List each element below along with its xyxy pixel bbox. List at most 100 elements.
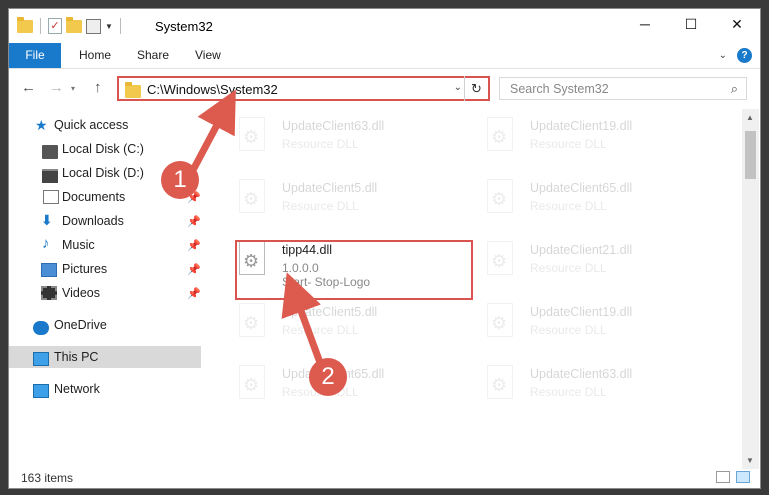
window-controls: ─ ☐ ✕ (622, 9, 760, 39)
file-name: UpdateClient19.dll (530, 305, 633, 319)
dll-file-icon: ⚙ (485, 303, 517, 341)
minimize-button[interactable]: ─ (622, 9, 668, 39)
tab-share[interactable]: Share (127, 43, 179, 68)
pin-icon[interactable]: 📌 (187, 239, 201, 252)
sidebar-item-quick-access[interactable]: ★ Quick access (9, 114, 201, 136)
forward-arrow-icon[interactable]: → (49, 79, 64, 96)
scroll-up-icon[interactable]: ▲ (746, 113, 754, 122)
sidebar-item-videos[interactable]: Videos 📌 (9, 282, 201, 304)
explorer-window: ✓ ▼ System32 ─ ☐ ✕ File Home Share View … (8, 8, 761, 489)
folder-icon (17, 16, 33, 33)
drive-icon (42, 169, 58, 183)
file-description: Resource DLL (282, 199, 359, 213)
window-title: System32 (155, 19, 213, 34)
file-name: UpdateClient5.dll (282, 181, 378, 195)
sidebar-item-downloads[interactable]: ⬇ Downloads 📌 (9, 210, 201, 232)
pin-icon[interactable]: 📌 (187, 215, 201, 228)
sidebar-item-label: Pictures (62, 262, 108, 276)
tab-view[interactable]: View (185, 43, 231, 68)
file-name: UpdateClient5.dll (282, 305, 378, 319)
address-bar[interactable]: C:\Windows\System32 ⌄ ↻ (117, 76, 490, 101)
callout-1: 1 (161, 161, 199, 199)
file-item[interactable]: ⚙ UpdateClient63.dll Resource DLL (227, 111, 467, 167)
file-description: Resource DLL (282, 137, 359, 151)
file-item[interactable]: ⚙ UpdateClient19.dll Resource DLL (475, 111, 715, 167)
network-icon (33, 384, 49, 398)
pin-icon[interactable]: 📌 (187, 287, 201, 300)
dll-file-icon: ⚙ (237, 179, 269, 217)
address-history-chevron-icon[interactable]: ⌄ (454, 82, 462, 93)
tab-file[interactable]: File (9, 43, 61, 68)
navigation-bar: ← → ▾ ↑ C:\Windows\System32 ⌄ ↻ Search S… (9, 71, 760, 105)
scrollbar-thumb[interactable] (745, 131, 756, 179)
file-description: Resource DLL (530, 385, 607, 399)
sidebar-item-this-pc[interactable]: This PC (9, 346, 201, 368)
music-icon: ♪ (42, 235, 50, 252)
sidebar-item-onedrive[interactable]: OneDrive (9, 314, 201, 336)
sidebar-item-label: Downloads (62, 214, 124, 228)
file-item[interactable]: ⚙ UpdateClient21.dll Resource DLL (475, 235, 715, 291)
folder-icon (125, 82, 141, 98)
dll-file-icon: ⚙ (485, 179, 517, 217)
sidebar-item-label: Documents (62, 190, 126, 204)
sidebar-item-network[interactable]: Network (9, 378, 201, 400)
videos-icon (41, 286, 57, 300)
dll-file-icon: ⚙ (237, 303, 269, 341)
up-arrow-icon[interactable]: ↑ (94, 79, 102, 96)
search-box[interactable]: Search System32 ⌕ (499, 77, 747, 100)
sidebar-item-label: Local Disk (C:) (62, 142, 144, 156)
back-arrow-icon[interactable]: ← (21, 79, 36, 96)
sidebar-item-label: This PC (54, 350, 99, 364)
tiles-view-icon[interactable] (736, 471, 750, 483)
maximize-button[interactable]: ☐ (668, 9, 714, 39)
pin-icon[interactable]: 📌 (187, 263, 201, 276)
search-icon[interactable]: ⌕ (731, 81, 738, 97)
file-list: ⚙ UpdateClient63.dll Resource DLL ⚙ Upda… (219, 109, 739, 467)
search-placeholder[interactable]: Search System32 (510, 82, 609, 96)
refresh-icon[interactable]: ↻ (464, 76, 488, 101)
file-item[interactable]: ⚙ UpdateClient65.dll Resource DLL (227, 359, 467, 415)
sidebar-item-label: OneDrive (54, 318, 107, 332)
callout-2: 2 (309, 358, 347, 396)
vertical-scrollbar[interactable]: ▲ ▼ (742, 109, 759, 469)
recent-locations-chevron-icon[interactable]: ▾ (71, 84, 75, 93)
this-pc-icon (33, 352, 49, 366)
properties-check-icon[interactable]: ✓ (48, 18, 62, 34)
file-name: UpdateClient19.dll (530, 119, 633, 133)
file-description: Resource DLL (282, 323, 359, 337)
pictures-icon (41, 263, 57, 277)
close-button[interactable]: ✕ (714, 9, 760, 39)
file-name: UpdateClient65.dll (530, 181, 633, 195)
sidebar-item-label: Music (62, 238, 95, 252)
quick-access-toolbar: ✓ ▼ (17, 16, 124, 34)
downloads-icon: ⬇ (41, 212, 53, 228)
address-path[interactable]: C:\Windows\System32 (147, 82, 278, 97)
customize-toolbar-chevron-icon[interactable]: ▼ (105, 22, 113, 31)
file-name: UpdateClient63.dll (530, 367, 633, 381)
dll-file-icon: ⚙ (485, 365, 517, 403)
toolbar-separator (119, 18, 121, 34)
file-item[interactable]: ⚙ UpdateClient63.dll Resource DLL (475, 359, 715, 415)
sidebar-item-pictures[interactable]: Pictures 📌 (9, 258, 201, 280)
documents-icon (43, 190, 59, 204)
file-item[interactable]: ⚙ UpdateClient5.dll Resource DLL (227, 173, 467, 229)
file-item[interactable]: ⚙ UpdateClient65.dll Resource DLL (475, 173, 715, 229)
dll-file-icon: ⚙ (485, 241, 517, 279)
sidebar-item-label: Local Disk (D:) (62, 166, 144, 180)
highlight-box-tipp44 (235, 240, 473, 300)
properties-icon[interactable] (86, 18, 101, 34)
details-view-icon[interactable] (716, 471, 730, 483)
scroll-down-icon[interactable]: ▼ (746, 456, 754, 465)
dll-file-icon: ⚙ (485, 117, 517, 155)
dll-file-icon: ⚙ (237, 117, 269, 155)
tab-home[interactable]: Home (69, 43, 121, 68)
help-button[interactable]: ? (737, 48, 752, 63)
sidebar-item-music[interactable]: ♪ Music 📌 (9, 234, 201, 256)
file-item[interactable]: ⚙ UpdateClient19.dll Resource DLL (475, 297, 715, 353)
sidebar-item-label: Quick access (54, 118, 129, 132)
new-folder-icon[interactable] (66, 16, 82, 33)
sidebar-item-local-disk-c[interactable]: Local Disk (C:) (9, 138, 201, 160)
file-item[interactable]: ⚙ UpdateClient5.dll Resource DLL (227, 297, 467, 353)
star-icon: ★ (35, 117, 48, 133)
chevron-down-icon[interactable]: ⌄ (719, 50, 727, 61)
